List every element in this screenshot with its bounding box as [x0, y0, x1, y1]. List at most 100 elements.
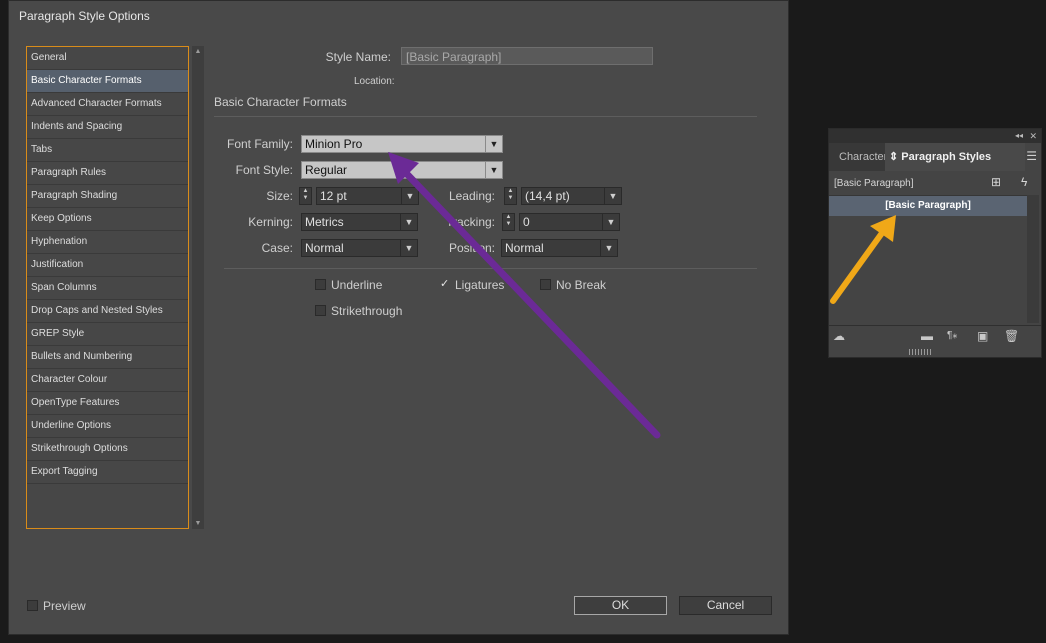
ok-button[interactable]: OK	[574, 596, 667, 615]
no-break-checkbox[interactable]	[540, 279, 551, 290]
chevron-down-icon: ▼	[400, 240, 417, 256]
underline-label: Underline	[331, 278, 383, 292]
panel-scrollbar[interactable]	[1027, 195, 1039, 323]
category-item[interactable]: OpenType Features	[27, 392, 188, 415]
leading-dropdown[interactable]: (14,4 pt) ▼	[521, 187, 622, 205]
cloud-library-icon[interactable]: ☁	[833, 329, 845, 343]
new-style-icon[interactable]: ▣	[977, 329, 988, 343]
category-item[interactable]: General	[27, 47, 188, 70]
category-item[interactable]: Basic Character Formats	[27, 70, 188, 93]
category-item[interactable]: Span Columns	[27, 277, 188, 300]
size-stepper[interactable]: ▲ ▼	[299, 187, 312, 205]
lightning-icon[interactable]: ϟ	[1021, 175, 1027, 189]
category-item[interactable]: Keep Options	[27, 208, 188, 231]
options-divider	[224, 268, 757, 269]
size-label: Size:	[266, 189, 293, 203]
chevron-down-icon: ▼	[401, 188, 418, 204]
ligatures-label: Ligatures	[455, 278, 505, 292]
category-item[interactable]: Underline Options	[27, 415, 188, 438]
folder-icon[interactable]: ▬	[921, 329, 933, 343]
font-style-value: Regular	[305, 163, 348, 177]
position-label: Position:	[448, 241, 495, 255]
tab-paragraph-styles-label: Paragraph Styles	[901, 151, 992, 163]
scroll-down-icon[interactable]: ▼	[192, 520, 204, 527]
leading-stepper[interactable]: ▲ ▼	[504, 187, 517, 205]
style-name-label: Style Name:	[325, 50, 391, 64]
strikethrough-label: Strikethrough	[331, 304, 403, 318]
font-family-dropdown[interactable]: Minion Pro ▼	[301, 135, 503, 153]
panel-titlebar[interactable]: ◂◂ ✕	[829, 129, 1041, 143]
kerning-value: Metrics	[305, 215, 344, 229]
style-name-input[interactable]: [Basic Paragraph]	[401, 47, 653, 65]
location-label: Location:	[354, 76, 395, 87]
underline-checkbox[interactable]	[315, 279, 326, 290]
paragraph-style-list: [Basic Paragraph]	[829, 195, 1027, 324]
kerning-dropdown[interactable]: Metrics ▼	[301, 213, 418, 231]
preview-checkbox[interactable]	[27, 600, 38, 611]
close-icon[interactable]: ✕	[1029, 129, 1037, 143]
double-chevron-left-icon[interactable]: ◂◂	[1015, 129, 1023, 143]
font-family-value: Minion Pro	[305, 137, 363, 151]
chevron-down-icon: ▼	[400, 214, 417, 230]
category-item[interactable]: Tabs	[27, 139, 188, 162]
category-item[interactable]: Bullets and Numbering	[27, 346, 188, 369]
size-dropdown[interactable]: 12 pt ▼	[316, 187, 419, 205]
category-list: General Basic Character Formats Advanced C…	[26, 46, 189, 529]
category-item[interactable]: GREP Style	[27, 323, 188, 346]
cancel-button[interactable]: Cancel	[679, 596, 772, 615]
font-family-label: Font Family:	[226, 137, 293, 151]
category-scrollbar[interactable]: ▲ ▼	[192, 46, 204, 529]
tracking-value: 0	[523, 215, 530, 229]
paragraph-styles-panel: ◂◂ ✕ Character Styl ⇕ Paragraph Styles ☰…	[828, 128, 1042, 358]
case-value: Normal	[305, 241, 344, 255]
chevron-down-icon: ▼	[485, 162, 502, 178]
ligatures-checkbox[interactable]: ✓	[439, 279, 450, 290]
tracking-dropdown[interactable]: 0 ▼	[519, 213, 620, 231]
category-item[interactable]: Indents and Spacing	[27, 116, 188, 139]
category-item[interactable]: Hyphenation	[27, 231, 188, 254]
tracking-label: Tracking:	[446, 215, 495, 229]
font-style-label: Font Style:	[235, 163, 293, 177]
new-style-plus-icon[interactable]: ⊞	[991, 175, 1001, 189]
case-label: Case:	[261, 241, 293, 255]
case-dropdown[interactable]: Normal ▼	[301, 239, 418, 257]
kerning-label: Kerning:	[248, 215, 293, 229]
font-style-dropdown[interactable]: Regular ▼	[301, 161, 503, 179]
position-dropdown[interactable]: Normal ▼	[501, 239, 618, 257]
tab-paragraph-styles[interactable]: ⇕ Paragraph Styles	[885, 143, 1025, 171]
current-style-label: [Basic Paragraph]	[834, 178, 914, 189]
leading-value: (14,4 pt)	[525, 189, 570, 203]
category-item[interactable]: Advanced Character Formats	[27, 93, 188, 116]
resize-grip[interactable]	[909, 349, 931, 355]
chevron-down-icon: ▼	[600, 240, 617, 256]
leading-label: Leading:	[448, 189, 495, 203]
position-value: Normal	[505, 241, 544, 255]
chevron-down-icon: ▼	[602, 214, 619, 230]
clear-overrides-icon[interactable]: ¶⁎	[947, 330, 957, 341]
section-title: Basic Character Formats	[214, 95, 347, 109]
section-divider	[214, 116, 757, 117]
tracking-stepper[interactable]: ▲ ▼	[502, 213, 515, 231]
scroll-up-icon[interactable]: ▲	[192, 48, 204, 55]
dialog-title: Paragraph Style Options	[19, 9, 150, 23]
category-item[interactable]: Export Tagging	[27, 461, 188, 484]
size-value: 12 pt	[320, 189, 347, 203]
list-item[interactable]: [Basic Paragraph]	[829, 196, 1027, 216]
preview-label: Preview	[43, 599, 86, 613]
category-item[interactable]: Strikethrough Options	[27, 438, 188, 461]
tab-character-styles[interactable]: Character Styl	[829, 143, 885, 171]
trash-icon[interactable]: 🗑	[1004, 329, 1019, 343]
category-item[interactable]: Justification	[27, 254, 188, 277]
chevron-down-icon: ▼	[604, 188, 621, 204]
category-item[interactable]: Character Colour	[27, 369, 188, 392]
hamburger-menu-icon[interactable]: ☰	[1026, 149, 1037, 163]
tab-sort-icon: ⇕	[889, 151, 899, 163]
category-item[interactable]: Paragraph Shading	[27, 185, 188, 208]
category-item[interactable]: Drop Caps and Nested Styles	[27, 300, 188, 323]
panel-footer: ☁ ▬ ¶⁎ ▣ 🗑	[829, 325, 1041, 348]
chevron-down-icon: ▼	[485, 136, 502, 152]
paragraph-style-options-dialog: Paragraph Style Options General Basic Cha…	[8, 0, 789, 635]
strikethrough-checkbox[interactable]	[315, 305, 326, 316]
no-break-label: No Break	[556, 278, 607, 292]
category-item[interactable]: Paragraph Rules	[27, 162, 188, 185]
